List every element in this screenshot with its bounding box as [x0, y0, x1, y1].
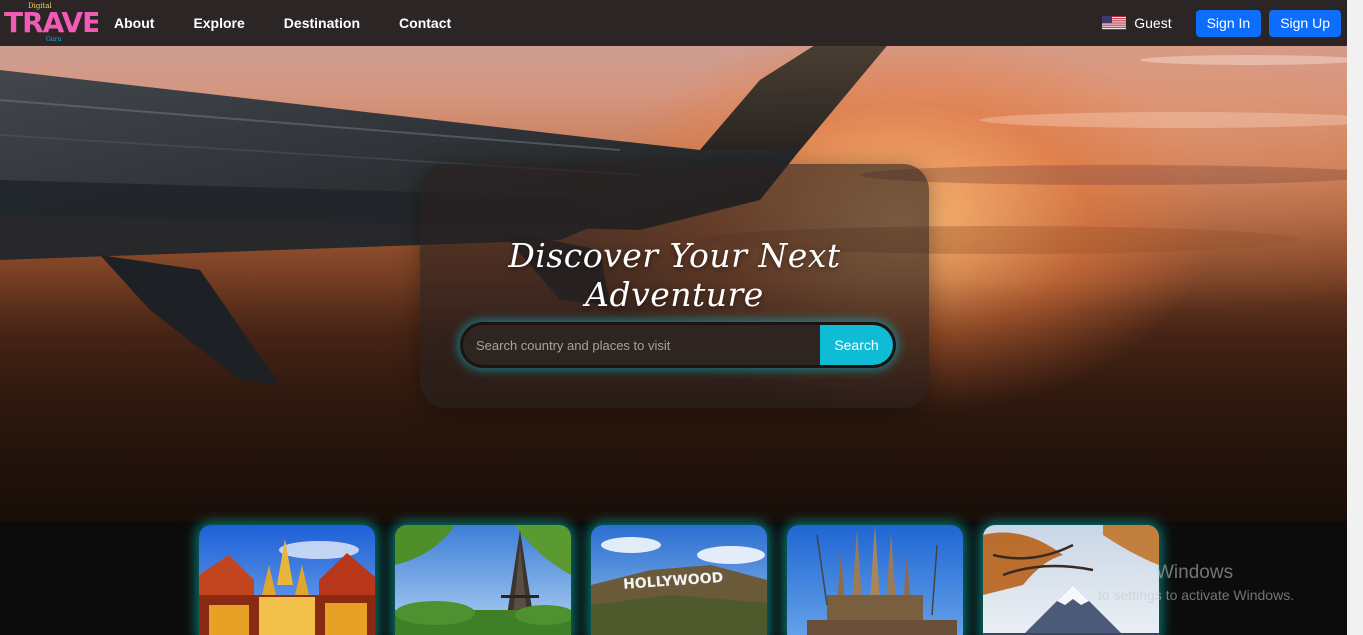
watermark-title: Windows	[1156, 562, 1234, 583]
hero-title: Discover Your Next Adventure	[508, 236, 841, 314]
sign-in-button[interactable]: Sign In	[1195, 9, 1262, 37]
page: Digital TRAVEL Guru About Explore Destin…	[0, 0, 1363, 635]
us-flag-icon	[1102, 16, 1127, 30]
nav-link-destination[interactable]: Destination	[284, 15, 360, 31]
hollywood-sign-image: HOLLYWOOD	[591, 525, 767, 635]
logo-main-text: TRAVEL	[4, 6, 98, 39]
nav-links: About Explore Destination Contact	[114, 0, 490, 46]
destination-card-sagrada-familia[interactable]	[787, 525, 963, 635]
nav-user-area: Guest Sign In Sign Up	[1102, 0, 1341, 46]
sagrada-familia-image	[787, 525, 963, 635]
logo-small-bottom: Guru	[46, 36, 62, 43]
destination-card-hollywood[interactable]: HOLLYWOOD	[591, 525, 767, 635]
watermark-subtitle: to settings to activate Windows.	[1098, 587, 1295, 603]
search-button[interactable]: Search	[820, 325, 893, 365]
search-card: Discover Your Next Adventure Search	[420, 164, 929, 408]
eiffel-tower-image	[395, 525, 571, 635]
destination-card-thai-temple[interactable]	[199, 525, 375, 635]
nav-link-explore[interactable]: Explore	[193, 15, 244, 31]
search-input[interactable]	[463, 325, 820, 365]
scrollbar[interactable]	[1347, 0, 1363, 635]
thai-temple-image	[199, 525, 375, 635]
navbar: Digital TRAVEL Guru About Explore Destin…	[0, 0, 1363, 46]
user-name-label: Guest	[1134, 15, 1172, 31]
destination-card-eiffel-tower[interactable]	[395, 525, 571, 635]
nav-link-about[interactable]: About	[114, 15, 154, 31]
sign-up-button[interactable]: Sign Up	[1269, 9, 1341, 37]
windows-activation-watermark: Windows to settings to activate Windows.	[1098, 562, 1294, 603]
logo-image[interactable]: Digital TRAVEL Guru	[2, 0, 98, 44]
nav-link-contact[interactable]: Contact	[399, 15, 451, 31]
search-bar: Search	[460, 322, 896, 368]
